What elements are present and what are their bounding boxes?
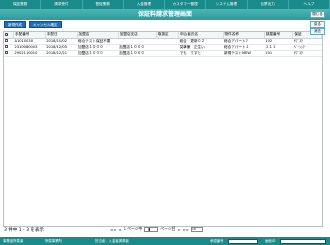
cell: 加盟店１０００ — [118, 50, 157, 57]
pagination: << < 1 ページ中 ページ目 > >> 10 — [110, 226, 203, 232]
company-label: 所属事業所 — [45, 239, 62, 243]
record-count: 3 件中 1 - 3 を表示 — [4, 228, 44, 233]
user-label: 担当者：入金者実務者 — [95, 239, 129, 243]
nav-item-hosho[interactable]: 保証業務 — [0, 0, 42, 9]
nav-item-tokusoku[interactable]: 督促業務 — [83, 0, 124, 9]
cell: 101 — [264, 50, 293, 57]
office-label: 事業者所属者 — [3, 239, 24, 243]
prev-page-button[interactable]: < — [118, 227, 121, 232]
page-title: 保証料請求管理画面 — [137, 11, 192, 18]
screen-id-field — [280, 238, 326, 244]
cell: 2902110010 — [13, 50, 46, 57]
nav-item-denpyo[interactable]: 伝票出力 — [248, 0, 289, 9]
table-header-row: 手配番号 手配日 加盟店 加盟店支店 取扱区 申込者氏名 物件名称 部屋番号 保… — [4, 32, 322, 39]
table-row[interactable]: 2902110010 2018/12/21 加盟店１０００ 加盟店１０００ でも… — [4, 50, 322, 57]
cell: でも てすと — [178, 50, 224, 57]
nav-item-nyukin[interactable]: 入金管理 — [124, 0, 165, 9]
new-button[interactable]: 新規作成 — [4, 21, 26, 28]
nav-item-help[interactable]: ヘルプ — [289, 0, 330, 9]
approval-number-field — [228, 238, 258, 244]
back-button[interactable]: 戻る — [310, 21, 325, 28]
nav-item-customer[interactable]: カスタマー管理 — [165, 0, 207, 9]
first-page-button[interactable]: << — [110, 227, 116, 232]
nav-item-system[interactable]: システム管理 — [206, 0, 248, 9]
cell: 新規テストMEW — [223, 50, 265, 57]
cell: 加盟店１０００ — [77, 50, 119, 57]
title-bar: 保証料請求管理画面 閉じる — [0, 9, 330, 20]
cell: 2018/12/21 — [45, 50, 78, 57]
cell — [156, 50, 179, 57]
status-bar: 事業者所属者 所属事業所 担当者：入金者実務者 承認番号 画面ID — [0, 237, 330, 245]
close-button[interactable]: 閉じる — [310, 11, 325, 18]
cancel-confirm-button[interactable]: キャンセル確定 — [29, 21, 62, 28]
page-suffix-label: ページ目 — [160, 226, 176, 231]
per-page-select[interactable]: 10 — [190, 226, 203, 232]
approval-number-label: 承認番号 — [210, 239, 224, 243]
top-navigation: 保証業務 請求受付 督促業務 入金管理 カスタマー管理 システム管理 伝票出力 … — [0, 0, 330, 9]
screen-id-label: 画面ID — [265, 239, 276, 243]
toolbar: 新規作成 キャンセル確定 — [4, 21, 62, 28]
last-page-button[interactable]: >> — [183, 227, 189, 232]
row-checkbox[interactable] — [4, 50, 14, 57]
nav-item-seikyu[interactable]: 請求受付 — [41, 0, 83, 9]
cell: ｻﾌﾞｽｸ — [292, 50, 322, 57]
clear-button[interactable]: 消去 — [310, 28, 325, 35]
page-number-input[interactable] — [144, 226, 159, 232]
page-count-label: 1 ページ中 — [123, 226, 143, 231]
next-page-button[interactable]: > — [177, 227, 180, 232]
results-grid: 手配番号 手配日 加盟店 加盟店支店 取扱区 申込者氏名 物件名称 部屋番号 保… — [3, 31, 323, 227]
